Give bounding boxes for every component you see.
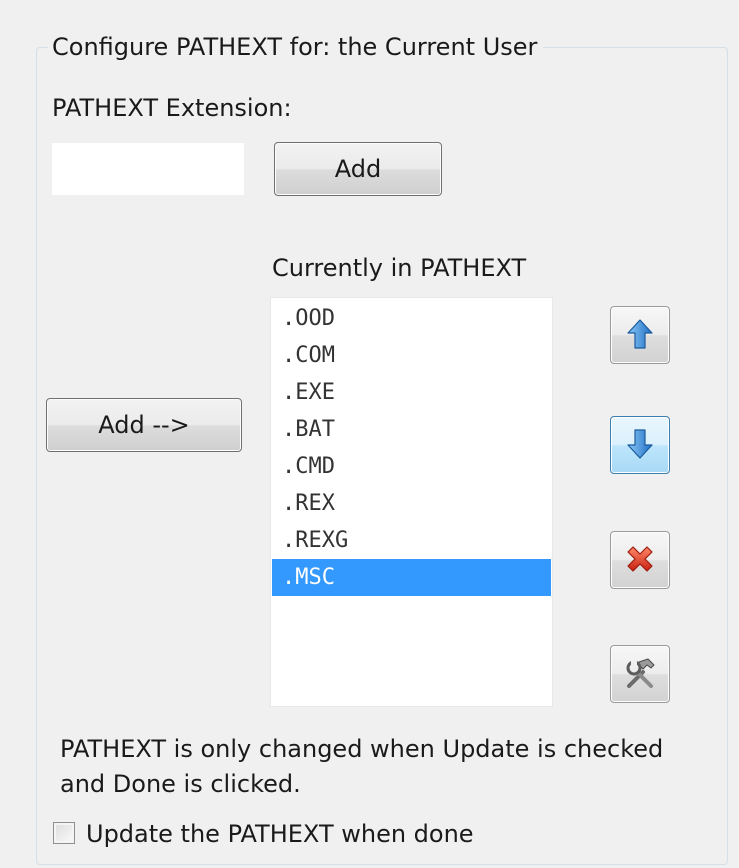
update-checkbox-label[interactable]: Update the PATHEXT when done <box>86 818 474 850</box>
list-item[interactable]: .OOD <box>272 300 551 337</box>
remove-button[interactable] <box>610 531 670 589</box>
arrow-up-icon <box>627 318 653 352</box>
arrow-down-icon <box>627 428 653 462</box>
move-down-button[interactable] <box>610 416 670 474</box>
list-item[interactable]: .CMD <box>272 448 551 485</box>
pathext-config-panel: Configure PATHEXT for: the Current User … <box>0 0 739 868</box>
update-checkbox[interactable] <box>53 822 75 844</box>
current-list-label: Currently in PATHEXT <box>272 254 527 282</box>
list-item[interactable]: .REXG <box>272 522 551 559</box>
hammer-wrench-icon <box>623 656 657 693</box>
add-to-list-button[interactable]: Add --> <box>46 398 242 452</box>
pathext-listbox[interactable]: .OOD .COM .EXE .BAT .CMD .REX .REXG .MSC <box>270 297 553 707</box>
list-item-selected[interactable]: .MSC <box>272 559 551 596</box>
delete-x-icon <box>624 543 656 578</box>
groupbox-title: Configure PATHEXT for: the Current User <box>48 30 544 64</box>
list-item[interactable]: .EXE <box>272 374 551 411</box>
add-extension-button[interactable]: Add <box>274 142 442 196</box>
list-item[interactable]: .REX <box>272 485 551 522</box>
tools-button[interactable] <box>610 645 670 703</box>
extension-input[interactable] <box>52 143 244 195</box>
list-item[interactable]: .COM <box>272 337 551 374</box>
extension-label: PATHEXT Extension: <box>52 94 292 122</box>
move-up-button[interactable] <box>610 306 670 364</box>
list-item[interactable]: .BAT <box>272 411 551 448</box>
note-line-2: and Done is clicked. <box>60 770 301 798</box>
note-line-1: PATHEXT is only changed when Update is c… <box>60 735 664 763</box>
